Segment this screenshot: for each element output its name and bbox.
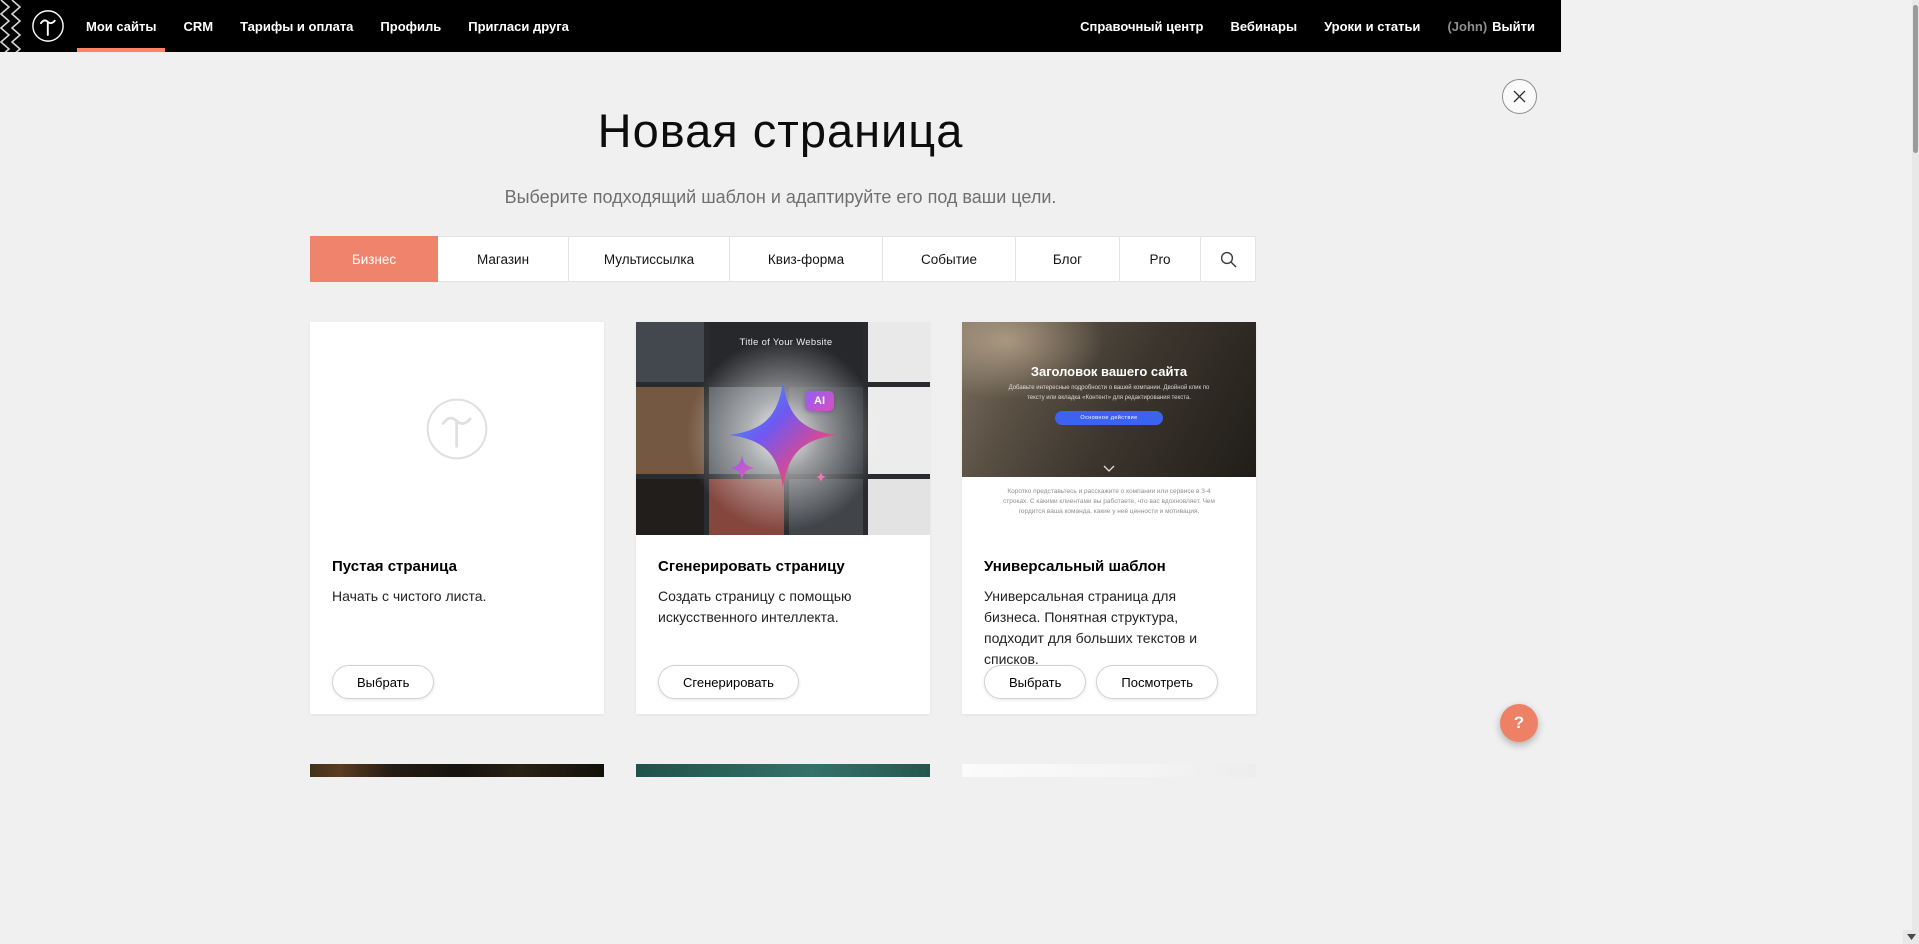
nav-tariffs-payment[interactable]: Тарифы и оплата: [240, 0, 353, 52]
card-actions: Выбрать Посмотреть: [984, 665, 1218, 699]
card-title: Универсальный шаблон: [984, 558, 1234, 575]
blank-page-preview: [310, 322, 604, 535]
template-cards-row-2: [310, 764, 1256, 777]
tab-business[interactable]: Бизнес: [310, 236, 438, 282]
ai-badge: AI: [805, 391, 834, 411]
nav-invite-friend[interactable]: Пригласи друга: [468, 0, 569, 52]
template-text-section: Коротко представьтесь и расскажите о ком…: [962, 477, 1256, 535]
template-card-universal[interactable]: Заголовок вашего сайта Добавьте интересн…: [962, 322, 1256, 714]
card-actions: Выбрать: [332, 665, 434, 699]
card-description: Начать с чистого листа.: [332, 586, 582, 607]
tab-blog[interactable]: Блог: [1016, 236, 1120, 282]
choose-blank-button[interactable]: Выбрать: [332, 665, 434, 699]
template-card-ai-generate[interactable]: Title of Your Website: [636, 322, 930, 714]
tilda-watermark-icon: [424, 396, 490, 462]
close-icon: [1513, 90, 1526, 103]
choose-template-button[interactable]: Выбрать: [984, 665, 1086, 699]
user-name: (John): [1447, 19, 1487, 34]
tab-search[interactable]: [1201, 236, 1256, 282]
template-card-partial[interactable]: [636, 764, 930, 777]
template-body-text: Коротко представьтесь и расскажите о ком…: [995, 477, 1223, 516]
nav-webinars[interactable]: Вебинары: [1230, 0, 1297, 52]
generate-button[interactable]: Сгенерировать: [658, 665, 799, 699]
card-title: Сгенерировать страницу: [658, 558, 908, 575]
page-subtitle: Выберите подходящий шаблон и адаптируйте…: [0, 187, 1561, 208]
search-icon: [1220, 251, 1237, 268]
card-body: Универсальный шаблон Универсальная стран…: [962, 535, 1256, 670]
down-arrow-icon: [1907, 934, 1916, 940]
ai-sparkle-icon: [717, 369, 849, 501]
template-hero-section: Заголовок вашего сайта Добавьте интересн…: [962, 322, 1256, 477]
nav-crm[interactable]: CRM: [183, 0, 213, 52]
screen: Мои сайты CRM Тарифы и оплата Профиль Пр…: [0, 0, 1919, 944]
card-description: Создать страницу с помощью искусственног…: [658, 586, 908, 628]
main-nav: Мои сайты CRM Тарифы и оплата Профиль Пр…: [86, 0, 569, 52]
scroll-down-arrow[interactable]: [1903, 930, 1919, 944]
template-card-partial[interactable]: [310, 764, 604, 777]
top-navigation-bar: Мои сайты CRM Тарифы и оплата Профиль Пр…: [0, 0, 1561, 52]
nav-help-center[interactable]: Справочный центр: [1080, 0, 1203, 52]
zigzag-pattern-decoration: [0, 0, 22, 52]
template-card-blank-page[interactable]: Пустая страница Начать с чистого листа. …: [310, 322, 604, 714]
secondary-nav: Справочный центр Вебинары Уроки и статьи…: [1080, 0, 1535, 52]
nav-lessons-articles[interactable]: Уроки и статьи: [1324, 0, 1420, 52]
card-description: Универсальная страница для бизнеса. Поня…: [984, 586, 1234, 670]
template-card-partial[interactable]: [962, 764, 1256, 777]
card-actions: Сгенерировать: [658, 665, 799, 699]
tab-pro[interactable]: Pro: [1120, 236, 1201, 282]
nav-profile[interactable]: Профиль: [380, 0, 441, 52]
user-menu[interactable]: (John) Выйти: [1447, 0, 1535, 52]
template-category-tabs: Бизнес Магазин Мультиссылка Квиз-форма С…: [310, 236, 1256, 282]
card-body: Пустая страница Начать с чистого листа.: [310, 535, 604, 607]
logout-link[interactable]: Выйти: [1492, 19, 1535, 34]
nav-my-sites[interactable]: Мои сайты: [86, 0, 156, 52]
vertical-scrollbar[interactable]: [1912, 0, 1919, 944]
tilda-new-page-screen: Мои сайты CRM Тарифы и оплата Профиль Пр…: [0, 0, 1561, 944]
universal-template-preview: Заголовок вашего сайта Добавьте интересн…: [962, 322, 1256, 535]
card-body: Сгенерировать страницу Создать страницу …: [636, 535, 930, 628]
tab-shop[interactable]: Магазин: [438, 236, 569, 282]
ai-preview: Title of Your Website: [636, 322, 930, 535]
template-hero-button: Основное действие: [1055, 411, 1163, 425]
chevron-down-icon: [1103, 465, 1115, 472]
template-cards-row: Пустая страница Начать с чистого листа. …: [310, 322, 1256, 714]
template-hero-subtitle: Добавьте интересные подробности о вашей …: [1007, 384, 1212, 403]
tab-quiz-form[interactable]: Квиз-форма: [730, 236, 883, 282]
tilda-logo-icon[interactable]: [31, 9, 65, 43]
scrollbar-thumb[interactable]: [1913, 5, 1918, 153]
help-button[interactable]: ?: [1500, 704, 1538, 742]
page-title: Новая страница: [0, 103, 1561, 158]
tab-multilink[interactable]: Мультиссылка: [569, 236, 730, 282]
view-template-button[interactable]: Посмотреть: [1096, 665, 1218, 699]
tab-event[interactable]: Событие: [883, 236, 1016, 282]
card-title: Пустая страница: [332, 558, 582, 575]
template-hero-title: Заголовок вашего сайта: [962, 322, 1256, 379]
